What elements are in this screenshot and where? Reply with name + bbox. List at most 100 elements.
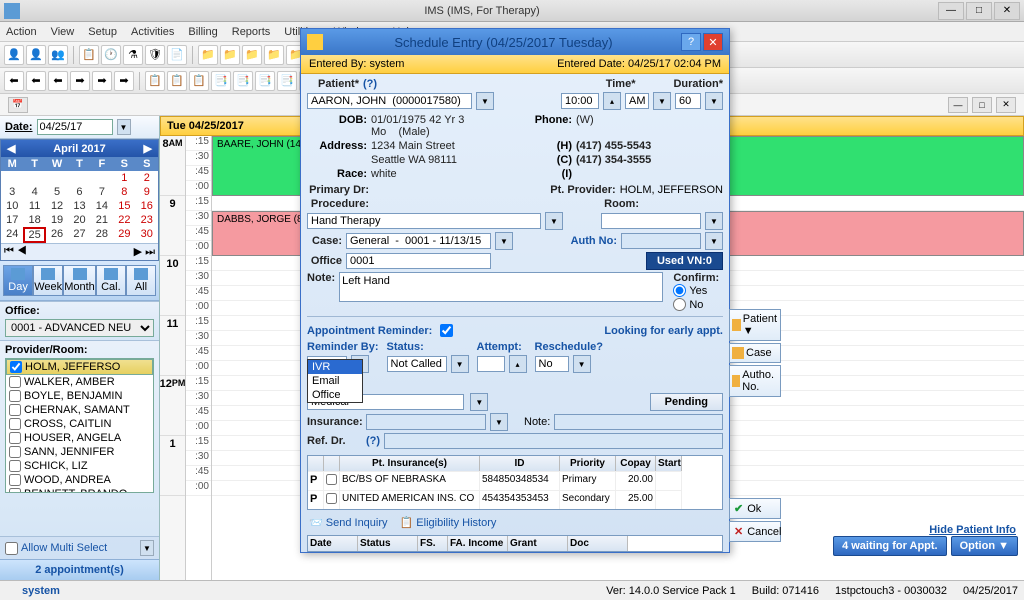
tb-icon[interactable]: ➡: [92, 71, 112, 91]
calendar-day[interactable]: 16: [136, 199, 158, 213]
provider-item[interactable]: SANN, JENNIFER: [6, 445, 153, 459]
calendar-day[interactable]: 2: [136, 171, 158, 185]
calendar-day[interactable]: 3: [1, 185, 23, 199]
provider-item[interactable]: HOUSER, ANGELA: [6, 431, 153, 445]
status-input[interactable]: [387, 356, 447, 372]
ok-button[interactable]: ✔Ok: [729, 498, 781, 519]
patient-input[interactable]: [307, 93, 472, 109]
reschedule-dropdown-icon[interactable]: ▼: [573, 355, 591, 373]
menu-reports[interactable]: Reports: [232, 26, 271, 38]
calendar-day[interactable]: [91, 171, 113, 185]
provider-list[interactable]: HOLM, JEFFERSOWALKER, AMBERBOYLE, BENJAM…: [5, 358, 154, 493]
date-dropdown-icon[interactable]: ▼: [117, 119, 131, 135]
provider-item[interactable]: WOOD, ANDREA: [6, 473, 153, 487]
tb-icon[interactable]: ⚗: [123, 45, 143, 65]
date-input[interactable]: [37, 119, 113, 135]
close-button[interactable]: ✕: [994, 2, 1020, 20]
calendar-day[interactable]: 7: [91, 185, 113, 199]
duration-dropdown-icon[interactable]: ▼: [705, 92, 723, 110]
calendar-day[interactable]: 20: [68, 213, 90, 227]
confirm-yes-radio[interactable]: Yes: [673, 284, 723, 297]
side-case-button[interactable]: Case: [729, 343, 781, 363]
provider-item[interactable]: BOYLE, BENJAMIN: [6, 389, 153, 403]
procedure-dropdown-icon[interactable]: ▼: [545, 212, 563, 230]
provider-item[interactable]: HOLM, JEFFERSO: [6, 359, 153, 375]
tb-icon[interactable]: 📋: [79, 45, 99, 65]
calendar-day[interactable]: 12: [46, 199, 68, 213]
maximize-button[interactable]: □: [966, 2, 992, 20]
provider-item[interactable]: WALKER, AMBER: [6, 375, 153, 389]
dialog-help-button[interactable]: ?: [681, 33, 701, 51]
reminder-option-office[interactable]: Office: [308, 388, 362, 402]
eligibility-history-link[interactable]: 📋 Eligibility History: [400, 516, 497, 529]
cal-last-icon[interactable]: ▶ ⏭: [134, 245, 155, 259]
calendar-day[interactable]: 1: [113, 171, 135, 185]
note-textarea[interactable]: Left Hand: [339, 272, 663, 302]
view-all-button[interactable]: All: [126, 265, 156, 296]
option-button[interactable]: Option ▼: [951, 536, 1018, 556]
provider-checkbox[interactable]: [9, 488, 21, 493]
tb-icon[interactable]: ➡: [114, 71, 134, 91]
attempt-input[interactable]: [477, 356, 505, 372]
minimize-button[interactable]: —: [938, 2, 964, 20]
cal-first-icon[interactable]: ⏮ ◀: [4, 245, 27, 259]
help-icon[interactable]: (?): [366, 435, 380, 447]
tb-icon[interactable]: 📑: [233, 71, 253, 91]
verify-type-dropdown-icon[interactable]: ▼: [470, 393, 488, 411]
calendar-day[interactable]: [46, 171, 68, 185]
calendar-day[interactable]: 28: [91, 227, 113, 243]
tb-icon[interactable]: ⬅: [48, 71, 68, 91]
provider-checkbox[interactable]: [9, 446, 21, 458]
multi-select-checkbox[interactable]: [5, 542, 18, 555]
tb-icon[interactable]: 👥: [48, 45, 68, 65]
view-cal-button[interactable]: Cal.: [96, 265, 126, 296]
sched-min-button[interactable]: —: [948, 97, 968, 113]
calendar-day[interactable]: 11: [23, 199, 45, 213]
calendar-day[interactable]: 24: [1, 227, 23, 243]
calendar-day[interactable]: [23, 171, 45, 185]
sched-max-button[interactable]: □: [972, 97, 992, 113]
early-appt-link[interactable]: Looking for early appt.: [604, 325, 723, 337]
tb-icon[interactable]: 👤: [26, 45, 46, 65]
menu-action[interactable]: Action: [6, 26, 37, 38]
waiting-button[interactable]: 4 waiting for Appt.: [833, 536, 947, 556]
insurance-note-input[interactable]: [554, 414, 723, 430]
status-dropdown-icon[interactable]: ▼: [451, 355, 469, 373]
time-spinner-icon[interactable]: ▴: [603, 92, 621, 110]
office-input[interactable]: [346, 253, 491, 269]
side-patient-button[interactable]: Patient ▼: [729, 309, 781, 341]
calendar-day[interactable]: 17: [1, 213, 23, 227]
ampm-input[interactable]: [625, 93, 649, 109]
send-inquiry-link[interactable]: 📨 Send Inquiry: [309, 516, 388, 529]
office-select[interactable]: 0001 - ADVANCED NEU: [5, 319, 154, 337]
insurance-dropdown-icon[interactable]: ▼: [490, 413, 508, 431]
cal-next-icon[interactable]: ▶: [140, 142, 156, 155]
insurance-input[interactable]: [366, 414, 486, 430]
calendar-day[interactable]: 27: [68, 227, 90, 243]
provider-checkbox[interactable]: [9, 404, 21, 416]
calendar-day[interactable]: 6: [68, 185, 90, 199]
view-day-button[interactable]: Day: [3, 265, 33, 296]
calendar-day[interactable]: 18: [23, 213, 45, 227]
provider-checkbox[interactable]: [9, 418, 21, 430]
provider-checkbox[interactable]: [10, 361, 22, 373]
provider-checkbox[interactable]: [9, 376, 21, 388]
calendar-day[interactable]: 10: [1, 199, 23, 213]
view-month-button[interactable]: Month: [63, 265, 96, 296]
reminder-option-ivr[interactable]: IVR: [308, 360, 362, 374]
calendar-day[interactable]: 19: [46, 213, 68, 227]
tb-icon[interactable]: 👤: [4, 45, 24, 65]
tb-icon[interactable]: 📁: [220, 45, 240, 65]
provider-item[interactable]: CHERNAK, SAMANT: [6, 403, 153, 417]
side-authno-button[interactable]: Autho. No.: [729, 365, 781, 397]
view-week-button[interactable]: Week: [33, 265, 63, 296]
authno-dropdown-icon[interactable]: ▼: [705, 232, 723, 250]
calendar-day[interactable]: [1, 171, 23, 185]
dialog-close-button[interactable]: ✕: [703, 33, 723, 51]
calendar-day[interactable]: 26: [46, 227, 68, 243]
tb-icon[interactable]: 📋: [145, 71, 165, 91]
calendar-day[interactable]: 13: [68, 199, 90, 213]
duration-input[interactable]: [675, 93, 701, 109]
tb-icon[interactable]: ⬅: [4, 71, 24, 91]
reminder-option-email[interactable]: Email: [308, 374, 362, 388]
